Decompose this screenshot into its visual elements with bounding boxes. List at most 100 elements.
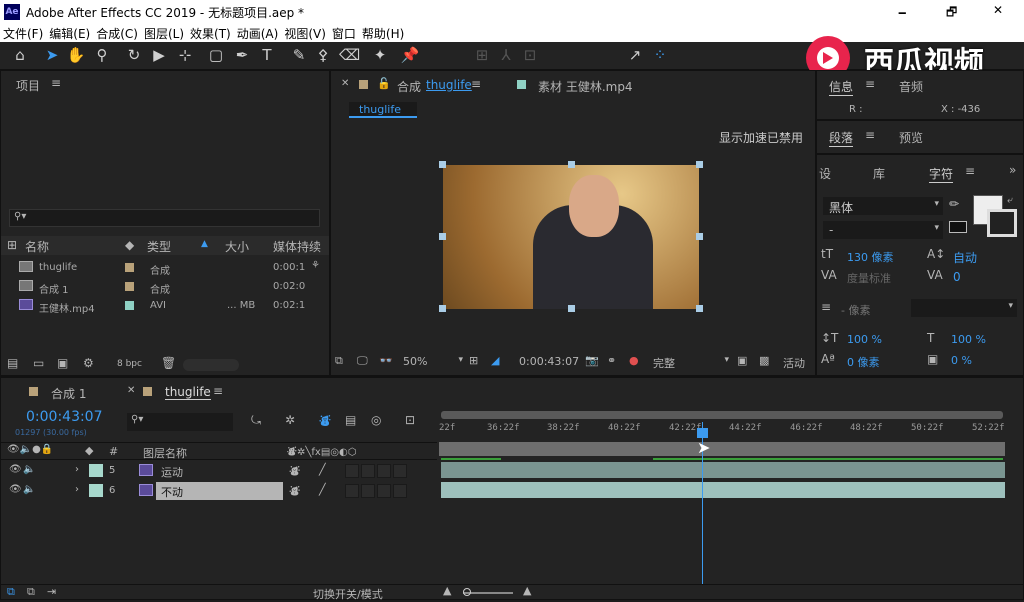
swap-colors-icon[interactable]: ⤶ <box>1007 195 1013 206</box>
axis-local-icon[interactable]: ⊞ <box>472 45 492 65</box>
new-comp-icon[interactable]: ▣ <box>57 356 68 370</box>
close-tab-icon[interactable]: ✕ <box>341 78 349 89</box>
roto-brush-tool-icon[interactable]: ✦ <box>370 45 390 65</box>
menu-edit[interactable]: 编辑(E) <box>46 24 93 43</box>
tab-effects[interactable]: 设 <box>819 165 831 182</box>
monitor-icon[interactable]: 🖵 <box>357 354 368 368</box>
layer-search-input[interactable]: ⚲▾ <box>127 413 233 431</box>
font-style-select[interactable]: - ▾ <box>823 221 943 239</box>
project-panel-title[interactable]: 项目 <box>16 77 40 94</box>
frame-blending-icon[interactable]: ▤ <box>345 413 356 427</box>
bit-depth-button[interactable]: 8 bpc <box>117 359 142 369</box>
draft-3d-icon[interactable]: ✲ <box>285 413 295 427</box>
tab-character[interactable]: 字符 <box>929 165 954 183</box>
3d-glasses-icon[interactable]: 👓 <box>379 354 393 367</box>
selection-handle[interactable] <box>696 161 703 168</box>
flowchart-icon[interactable]: ⚘ <box>311 260 320 271</box>
adjust-switch[interactable] <box>393 464 407 478</box>
snapshot-icon[interactable]: 📷 <box>585 354 599 367</box>
shy-layers-icon[interactable]: ⛇ <box>319 413 331 430</box>
tab-comp-prefix[interactable]: 合成 <box>397 78 421 95</box>
project-item-thuglife[interactable]: thuglife 合成 0:00:1 ⚘ <box>1 258 327 277</box>
transparency-grid-icon[interactable]: ▩ <box>759 354 769 367</box>
col-type[interactable]: 类型 <box>147 238 171 255</box>
col-name[interactable]: 名称 <box>25 238 49 255</box>
tab-comp-name[interactable]: thuglife <box>426 78 472 92</box>
menu-view[interactable]: 视图(V) <box>281 24 329 43</box>
selection-handle[interactable] <box>568 161 575 168</box>
col-layer-name[interactable]: 图层名称 <box>143 445 187 461</box>
black-swatch[interactable] <box>949 221 967 233</box>
playhead-handle[interactable] <box>697 428 708 438</box>
comp-flowchart-icon[interactable]: ⤿ <box>251 413 261 428</box>
selection-handle[interactable] <box>568 305 575 312</box>
selection-handle[interactable] <box>696 305 703 312</box>
layer-row[interactable]: 👁 🔈 › 5 运动 ⛇ ╱ <box>1 461 437 481</box>
tab-paragraph[interactable]: 段落 <box>829 129 854 147</box>
label-color[interactable] <box>125 263 134 272</box>
puppet-tool-icon[interactable]: 📌 <box>400 45 420 65</box>
menu-window[interactable]: 窗口 <box>329 24 359 43</box>
snap-grid-icon[interactable]: ⁘ <box>650 45 670 65</box>
grid-toggle-icon[interactable]: ⊞ <box>469 354 478 367</box>
quality-switch-icon[interactable]: ╱ <box>319 483 326 496</box>
work-area-bar[interactable] <box>439 442 1005 456</box>
selection-tool-icon[interactable]: ➤ <box>42 45 62 65</box>
fx-switch[interactable] <box>345 464 359 478</box>
visibility-icon[interactable]: 👁 <box>9 464 22 475</box>
leading-value[interactable]: 自动 <box>953 249 977 266</box>
baseline-shift-value[interactable]: 0 像素 <box>847 354 880 370</box>
shy-switch-icon[interactable]: ⛇ <box>289 483 300 499</box>
rotate-tool-icon[interactable]: ↻ <box>124 45 144 65</box>
close-button[interactable]: ✕ <box>993 3 1003 17</box>
pen-tool-icon[interactable]: ✒ <box>232 45 252 65</box>
more-panels-icon[interactable]: » <box>1009 163 1016 177</box>
layer-label-color[interactable] <box>89 464 103 477</box>
interpret-footage-icon[interactable]: ▤ <box>7 356 18 370</box>
project-item-footage[interactable]: 王健林.mp4 AVI ... MB 0:02:1 <box>1 296 327 315</box>
adjust-switch[interactable] <box>393 484 407 498</box>
zoom-in-icon[interactable]: ▲ <box>523 584 531 597</box>
fx-switch[interactable] <box>345 484 359 498</box>
layer-row[interactable]: 👁 🔈 › 6 不动 ⛇ ╱ <box>1 481 437 501</box>
project-item-comp1[interactable]: 合成 1 合成 0:02:0 <box>1 277 327 296</box>
layer-label-color[interactable] <box>89 484 103 497</box>
layer-track-bar[interactable] <box>441 482 1005 498</box>
minimize-button[interactable]: 🗕 <box>898 3 907 24</box>
zoom-select[interactable]: 50% ▾ <box>403 355 465 371</box>
motion-blur-switch[interactable] <box>377 484 391 498</box>
audio-icon[interactable]: 🔈 <box>23 464 35 475</box>
col-duration[interactable]: 媒体持续 <box>273 238 321 255</box>
axis-world-icon[interactable]: ⅄ <box>496 45 516 65</box>
selection-handle[interactable] <box>439 161 446 168</box>
layer-track-bar[interactable] <box>441 462 1005 478</box>
home-icon[interactable]: ⌂ <box>10 45 30 65</box>
project-scroll[interactable] <box>183 359 239 371</box>
eraser-tool-icon[interactable]: ⌫ <box>339 45 360 65</box>
panel-menu-icon[interactable]: ≡ <box>865 77 875 91</box>
in-out-icon[interactable]: ⧉ <box>27 585 35 599</box>
panel-menu-icon[interactable]: ≡ <box>471 77 481 91</box>
tab-preview[interactable]: 预览 <box>899 129 923 146</box>
expand-chevron-icon[interactable]: › <box>75 464 79 475</box>
audio-icon[interactable]: 🔈 <box>23 484 35 495</box>
time-navigator-bar[interactable] <box>441 411 1003 419</box>
visibility-icon[interactable]: 👁 <box>9 484 22 495</box>
motion-blur-switch[interactable] <box>377 464 391 478</box>
always-preview-icon[interactable]: ⧉ <box>335 354 343 368</box>
mask-toggle-icon[interactable]: ◢ <box>491 354 499 367</box>
label-color[interactable] <box>125 282 134 291</box>
stretch-icon[interactable]: ⇥ <box>47 585 56 598</box>
viewer-subtab[interactable]: thuglife <box>349 102 417 118</box>
kerning-value[interactable]: 度量标准 <box>847 270 891 286</box>
snap-option-icon[interactable]: ↗ <box>625 45 645 65</box>
col-size[interactable]: 大小 <box>225 238 249 255</box>
current-time[interactable]: 0:00:43:07 <box>26 409 103 425</box>
tab-info[interactable]: 信息 <box>829 78 854 96</box>
composition-frame[interactable] <box>443 165 699 309</box>
menu-animation[interactable]: 动画(A) <box>234 24 282 43</box>
project-search-input[interactable]: ⚲▾ <box>9 209 320 227</box>
layer-name-field[interactable]: 不动 <box>156 482 283 500</box>
tab-audio[interactable]: 音频 <box>899 78 923 95</box>
menu-effect[interactable]: 效果(T) <box>187 24 234 43</box>
